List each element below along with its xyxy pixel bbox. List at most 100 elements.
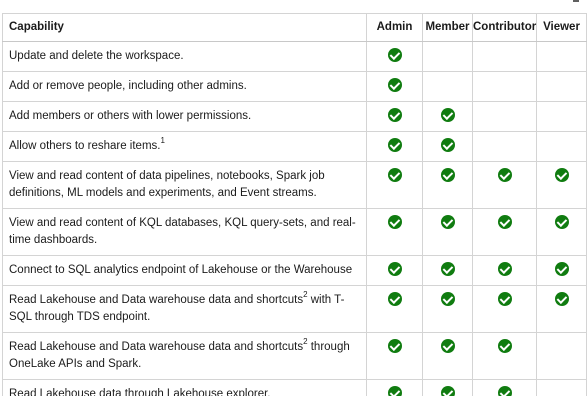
contributor-permission-cell xyxy=(472,131,537,162)
check-circle-icon xyxy=(387,215,402,229)
header-contributor: Contributor xyxy=(472,13,537,42)
check-circle-icon xyxy=(440,168,455,182)
check-circle-icon xyxy=(387,138,402,152)
viewer-permission-cell xyxy=(536,101,587,132)
check-circle-icon xyxy=(497,339,512,353)
viewer-permission-cell xyxy=(536,208,587,256)
capability-text: Read Lakehouse and Data warehouse data a… xyxy=(9,294,304,306)
header-capability: Capability xyxy=(2,13,367,42)
header-viewer: Viewer xyxy=(536,13,587,42)
capability-cell: Connect to SQL analytics endpoint of Lak… xyxy=(2,255,367,286)
table-row: Read Lakehouse data through Lakehouse ex… xyxy=(2,379,587,396)
viewer-permission-cell xyxy=(536,285,587,333)
check-circle-icon xyxy=(387,292,402,306)
capability-cell: View and read content of KQL databases, … xyxy=(2,208,367,256)
check-circle-icon xyxy=(440,108,455,122)
viewer-permission-cell xyxy=(536,255,587,286)
check-circle-icon xyxy=(440,386,455,396)
contributor-permission-cell xyxy=(472,208,537,256)
check-circle-icon xyxy=(440,138,455,152)
capability-text: Read Lakehouse and Data warehouse data a… xyxy=(9,341,304,353)
check-circle-icon xyxy=(440,339,455,353)
table-row: View and read content of data pipelines,… xyxy=(2,161,587,209)
check-circle-icon xyxy=(497,262,512,276)
check-circle-icon xyxy=(554,215,569,229)
table-row: Read Lakehouse and Data warehouse data a… xyxy=(2,332,587,380)
capability-cell: Add members or others with lower permiss… xyxy=(2,101,367,132)
table-header-row: Capability Admin Member Contributor View… xyxy=(2,13,587,42)
admin-permission-cell xyxy=(366,131,423,162)
admin-permission-cell xyxy=(366,379,423,396)
check-circle-icon xyxy=(497,386,512,396)
table-row: Update and delete the workspace. xyxy=(2,41,587,72)
admin-permission-cell xyxy=(366,101,423,132)
check-circle-icon xyxy=(554,292,569,306)
member-permission-cell xyxy=(422,255,473,286)
check-circle-icon xyxy=(497,168,512,182)
member-permission-cell xyxy=(422,161,473,209)
table-row: Connect to SQL analytics endpoint of Lak… xyxy=(2,255,587,286)
footnote-marker: 1 xyxy=(160,136,165,145)
capability-text: Read Lakehouse data through Lakehouse ex… xyxy=(9,388,271,396)
check-circle-icon xyxy=(387,339,402,353)
contributor-permission-cell xyxy=(472,332,537,380)
contributor-permission-cell xyxy=(472,71,537,102)
capability-cell: Read Lakehouse data through Lakehouse ex… xyxy=(2,379,367,396)
capability-text: Update and delete the workspace. xyxy=(9,50,184,62)
capability-cell: View and read content of data pipelines,… xyxy=(2,161,367,209)
admin-permission-cell xyxy=(366,332,423,380)
capability-cell: Add or remove people, including other ad… xyxy=(2,71,367,102)
capability-cell: Read Lakehouse and Data warehouse data a… xyxy=(2,332,367,380)
viewer-permission-cell xyxy=(536,71,587,102)
scroll-remnant xyxy=(573,0,579,2)
member-permission-cell xyxy=(422,101,473,132)
viewer-permission-cell xyxy=(536,131,587,162)
capability-text: Allow others to reshare items. xyxy=(9,140,161,152)
check-circle-icon xyxy=(497,292,512,306)
header-admin: Admin xyxy=(366,13,423,42)
check-circle-icon xyxy=(387,108,402,122)
check-circle-icon xyxy=(387,48,402,62)
capability-cell: Allow others to reshare items.1 xyxy=(2,131,367,162)
viewer-permission-cell xyxy=(536,332,587,380)
capability-text: Connect to SQL analytics endpoint of Lak… xyxy=(9,264,353,276)
viewer-permission-cell xyxy=(536,41,587,72)
capability-text: View and read content of data pipelines,… xyxy=(9,170,325,199)
table-row: Allow others to reshare items.1 xyxy=(2,131,587,162)
permissions-document: Capability Admin Member Contributor View… xyxy=(0,0,588,396)
member-permission-cell xyxy=(422,285,473,333)
contributor-permission-cell xyxy=(472,379,537,396)
capability-cell: Read Lakehouse and Data warehouse data a… xyxy=(2,285,367,333)
check-circle-icon xyxy=(497,215,512,229)
admin-permission-cell xyxy=(366,285,423,333)
capability-text: View and read content of KQL databases, … xyxy=(9,217,356,246)
member-permission-cell xyxy=(422,41,473,72)
table-row: View and read content of KQL databases, … xyxy=(2,208,587,256)
contributor-permission-cell xyxy=(472,161,537,209)
workspace-roles-table: Capability Admin Member Contributor View… xyxy=(2,13,587,396)
capability-text: Add or remove people, including other ad… xyxy=(9,80,247,92)
table-row: Read Lakehouse and Data warehouse data a… xyxy=(2,285,587,333)
check-circle-icon xyxy=(554,168,569,182)
check-circle-icon xyxy=(440,292,455,306)
table-row: Add members or others with lower permiss… xyxy=(2,101,587,132)
check-circle-icon xyxy=(387,78,402,92)
table-row: Add or remove people, including other ad… xyxy=(2,71,587,102)
check-circle-icon xyxy=(554,262,569,276)
member-permission-cell xyxy=(422,71,473,102)
capability-cell: Update and delete the workspace. xyxy=(2,41,367,72)
check-circle-icon xyxy=(440,262,455,276)
capability-text: Add members or others with lower permiss… xyxy=(9,110,252,122)
admin-permission-cell xyxy=(366,161,423,209)
check-circle-icon xyxy=(387,262,402,276)
check-circle-icon xyxy=(387,386,402,396)
check-circle-icon xyxy=(387,168,402,182)
contributor-permission-cell xyxy=(472,101,537,132)
header-member: Member xyxy=(422,13,473,42)
admin-permission-cell xyxy=(366,255,423,286)
viewer-permission-cell xyxy=(536,161,587,209)
admin-permission-cell xyxy=(366,208,423,256)
admin-permission-cell xyxy=(366,71,423,102)
member-permission-cell xyxy=(422,379,473,396)
member-permission-cell xyxy=(422,208,473,256)
